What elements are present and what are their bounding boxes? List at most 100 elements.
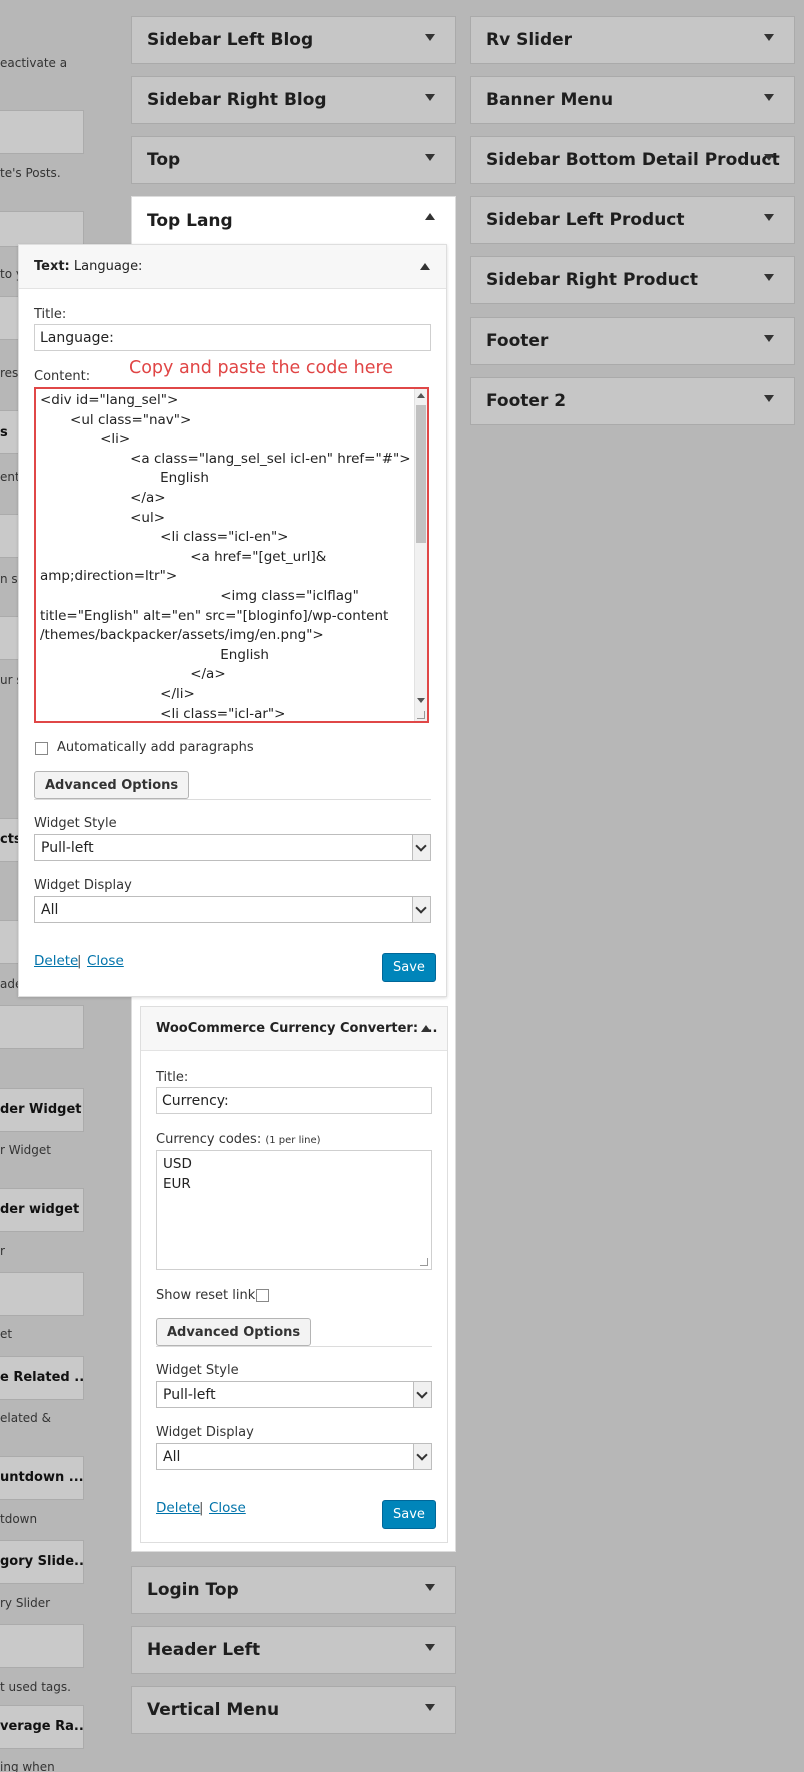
sidebar-bottom-detail-product[interactable]: Sidebar Bottom Detail Product bbox=[470, 136, 795, 184]
resize-handle-icon[interactable] bbox=[417, 711, 425, 719]
auto-paragraphs-label: Automatically add paragraphs bbox=[57, 740, 254, 755]
chevron-down-icon bbox=[413, 1382, 431, 1407]
sidebar-rv-slider[interactable]: Rv Slider bbox=[470, 16, 795, 64]
available-widget[interactable]: untdown ... bbox=[0, 1456, 84, 1500]
sidebar-top[interactable]: Top bbox=[131, 136, 456, 184]
save-button[interactable]: Save bbox=[382, 1500, 436, 1529]
chevron-down-icon[interactable] bbox=[764, 214, 774, 221]
scroll-down-icon[interactable] bbox=[417, 698, 425, 703]
widget-header[interactable]: WooCommerce Currency Converter: ... bbox=[141, 1007, 447, 1051]
reset-link-checkbox[interactable] bbox=[256, 1289, 269, 1302]
chevron-up-icon[interactable] bbox=[421, 1025, 431, 1032]
save-button[interactable]: Save bbox=[382, 953, 436, 982]
content-textarea[interactable]: <div id="lang_sel"> <ul class="nav"> <li… bbox=[34, 387, 429, 723]
widget-type-label: Text: bbox=[34, 259, 70, 274]
chevron-down-icon[interactable] bbox=[425, 1584, 435, 1591]
widget-description: elated & bbox=[0, 1411, 51, 1425]
title-label: Title: bbox=[156, 1070, 189, 1085]
delete-link[interactable]: Delete bbox=[156, 1500, 200, 1516]
sidebar-title: Rv Slider bbox=[486, 30, 573, 50]
widget-header[interactable]: Text: Language: bbox=[19, 245, 446, 289]
sidebar-banner-menu[interactable]: Banner Menu bbox=[470, 76, 795, 124]
widget-display-select[interactable]: All bbox=[34, 896, 431, 923]
scrollbar-thumb[interactable] bbox=[416, 405, 426, 543]
chevron-down-icon[interactable] bbox=[425, 1704, 435, 1711]
chevron-down-icon[interactable] bbox=[764, 395, 774, 402]
chevron-down-icon bbox=[413, 1444, 431, 1469]
available-widget[interactable]: gory Slide... bbox=[0, 1540, 84, 1584]
available-widget-title: verage Ra... bbox=[0, 1719, 84, 1734]
available-widget-title: der Widget bbox=[0, 1102, 82, 1117]
sidebar-login-top[interactable]: Login Top bbox=[131, 1566, 456, 1614]
sidebar-sidebar-right-blog[interactable]: Sidebar Right Blog bbox=[131, 76, 456, 124]
advanced-options-button[interactable]: Advanced Options bbox=[34, 771, 190, 799]
sidebar-right-product[interactable]: Sidebar Right Product bbox=[470, 256, 795, 304]
scroll-up-icon[interactable] bbox=[417, 393, 425, 398]
widget-description: eactivate a bbox=[0, 56, 68, 70]
available-widget-title: e Related ... bbox=[0, 1370, 84, 1385]
sidebar-title: Footer bbox=[486, 331, 549, 351]
available-widget[interactable] bbox=[0, 211, 84, 247]
sidebar-title: Header Left bbox=[147, 1640, 261, 1660]
available-widget[interactable]: verage Ra... bbox=[0, 1705, 84, 1749]
title-input[interactable]: Language: bbox=[34, 324, 431, 351]
resize-handle-icon[interactable] bbox=[420, 1258, 428, 1266]
widget-style-select[interactable]: Pull-left bbox=[34, 834, 431, 861]
annotation-note: Copy and paste the code here bbox=[129, 358, 394, 378]
sidebar-title: Banner Menu bbox=[486, 90, 614, 110]
available-widget[interactable]: e Related ... bbox=[0, 1356, 84, 1400]
currency-title-input[interactable]: Currency: bbox=[156, 1087, 432, 1114]
advanced-options-button[interactable]: Advanced Options bbox=[156, 1318, 312, 1346]
available-widget[interactable] bbox=[0, 1005, 84, 1049]
title-label: Title: bbox=[34, 307, 67, 322]
widget-style-value: Pull-left bbox=[163, 1387, 216, 1403]
widget-title: WooCommerce Currency Converter: ... bbox=[156, 1021, 438, 1036]
widget-title: Text: Language: bbox=[34, 259, 142, 274]
close-link[interactable]: Close bbox=[209, 1500, 246, 1516]
chevron-down-icon[interactable] bbox=[764, 154, 774, 161]
widget-description: tdown bbox=[0, 1512, 38, 1526]
sidebar-title: Vertical Menu bbox=[147, 1700, 280, 1720]
textarea-scrollbar[interactable] bbox=[414, 389, 427, 721]
widget-description: r bbox=[0, 1244, 5, 1258]
sidebar-footer[interactable]: Footer bbox=[470, 317, 795, 365]
sidebar-sidebar-left-blog[interactable]: Sidebar Left Blog bbox=[131, 16, 456, 64]
available-widget[interactable] bbox=[0, 1272, 84, 1316]
chevron-down-icon[interactable] bbox=[764, 274, 774, 281]
chevron-down-icon[interactable] bbox=[425, 34, 435, 41]
sidebar-title: Sidebar Right Product bbox=[486, 270, 698, 290]
sidebar-vertical-menu[interactable]: Vertical Menu bbox=[131, 1686, 456, 1734]
chevron-down-icon[interactable] bbox=[425, 94, 435, 101]
chevron-down-icon[interactable] bbox=[425, 1644, 435, 1651]
chevron-down-icon[interactable] bbox=[425, 154, 435, 161]
link-separator: | bbox=[199, 1500, 204, 1516]
available-widget[interactable] bbox=[0, 1624, 84, 1668]
sidebar-title: Sidebar Left Product bbox=[486, 210, 685, 230]
widget-style-value: Pull-left bbox=[41, 840, 94, 856]
currency-codes-textarea[interactable]: USD EUR bbox=[156, 1150, 432, 1270]
close-link[interactable]: Close bbox=[87, 953, 124, 969]
sidebar-left-product[interactable]: Sidebar Left Product bbox=[470, 196, 795, 244]
widget-style-select[interactable]: Pull-left bbox=[156, 1381, 432, 1408]
chevron-up-icon[interactable] bbox=[420, 263, 430, 270]
divider bbox=[156, 1346, 432, 1347]
chevron-down-icon[interactable] bbox=[764, 34, 774, 41]
chevron-down-icon[interactable] bbox=[764, 335, 774, 342]
available-widget-title: untdown ... bbox=[0, 1470, 84, 1485]
widget-display-value: All bbox=[41, 902, 59, 918]
available-widget[interactable] bbox=[0, 110, 84, 154]
currency-codes-hint: (1 per line) bbox=[265, 1135, 321, 1146]
delete-link[interactable]: Delete bbox=[34, 953, 78, 969]
reset-link-label: Show reset link: bbox=[156, 1288, 260, 1303]
auto-paragraphs-checkbox[interactable] bbox=[35, 742, 48, 755]
sidebar-header-left[interactable]: Header Left bbox=[131, 1626, 456, 1674]
widget-display-select[interactable]: All bbox=[156, 1443, 432, 1470]
content-label: Content: bbox=[34, 369, 91, 384]
available-widget-title: gory Slide... bbox=[0, 1554, 84, 1569]
sidebar-footer-2[interactable]: Footer 2 bbox=[470, 377, 795, 425]
chevron-down-icon bbox=[412, 835, 430, 860]
available-widget[interactable]: der widget bbox=[0, 1188, 84, 1232]
chevron-up-icon[interactable] bbox=[425, 213, 435, 220]
available-widget[interactable]: der Widget bbox=[0, 1088, 84, 1132]
chevron-down-icon[interactable] bbox=[764, 94, 774, 101]
